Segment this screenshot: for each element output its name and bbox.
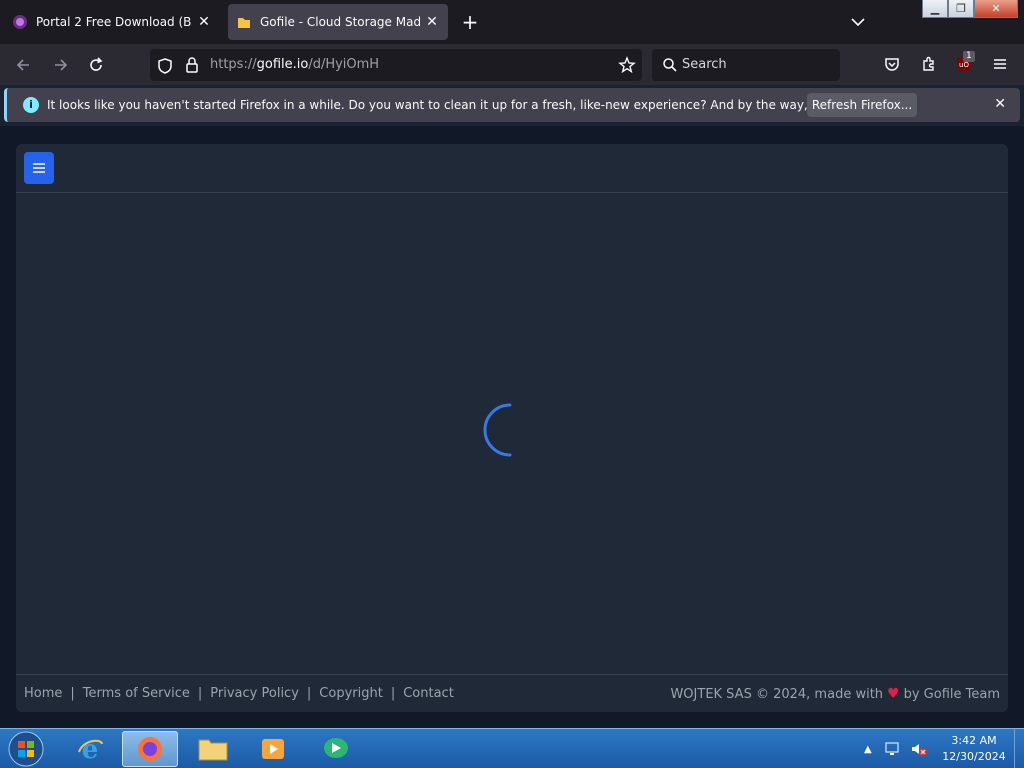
footer-link-contact[interactable]: Contact [403,686,454,701]
folder-icon [198,739,228,761]
page-content: Home | Terms of Service | Privacy Policy… [0,126,1024,728]
taskbar-firefox[interactable] [122,731,178,767]
show-hidden-icons-icon[interactable]: ▲ [864,744,872,755]
taskbar-clock[interactable]: 3:42 AM 12/30/2024 [938,733,1010,765]
search-icon [663,58,677,72]
footer-link-home[interactable]: Home [24,686,62,701]
pocket-icon [885,58,899,71]
extensions-button[interactable] [918,53,940,75]
footer-separator: | [306,686,312,701]
search-bar[interactable]: Search [652,49,840,81]
footer-link-terms[interactable]: Terms of Service [83,686,190,701]
pocket-button[interactable] [881,53,903,75]
loading-spinner-icon [483,403,512,457]
url-scheme: https:// [210,57,257,72]
taskbar-internet-explorer[interactable]: e [62,731,118,767]
reload-button[interactable] [85,54,107,76]
svg-text:e: e [82,735,99,764]
header-divider [16,192,1008,193]
forward-arrow-icon [55,59,68,71]
windows-taskbar: e ▲ 3:42 AM 12/30/2024 [0,728,1024,768]
close-window-button[interactable]: ✕ [974,0,1018,18]
new-tab-button[interactable]: + [460,12,480,32]
list-all-tabs-icon[interactable] [848,12,868,32]
close-tab-icon[interactable]: ✕ [196,14,212,30]
clock-time: 3:42 AM [951,734,997,747]
footer-team-link[interactable]: by Gofile Team [904,687,1000,702]
url-text[interactable]: https://gofile.io/d/HyiOmH [210,57,379,72]
window-controls: ▁ ❐ ✕ [922,0,1018,18]
system-tray: ▲ [864,729,928,768]
footer-link-copyright[interactable]: Copyright [319,686,383,701]
taskbar-file-explorer[interactable] [185,731,241,767]
close-tab-icon[interactable]: ✕ [424,14,440,30]
tracking-protection-shield-icon[interactable] [156,57,174,75]
tab-title: Portal 2 Free Download (Build 8 [36,15,192,29]
chat-app-icon [324,738,348,758]
hamburger-menu-icon [994,59,1006,69]
tab-title: Gofile - Cloud Storage Made Si [260,15,420,29]
ublock-origin-button[interactable]: uO 1 [954,51,975,74]
address-bar[interactable]: https://gofile.io/d/HyiOmH [150,49,642,81]
footer-separator: | [197,686,203,701]
minimize-button[interactable]: ▁ [922,0,948,18]
taskbar-media-player[interactable] [245,731,301,767]
ublock-count-badge: 1 [963,51,975,62]
maximize-button[interactable]: ❐ [948,0,974,18]
back-arrow-icon [16,59,29,71]
navigation-toolbar: https://gofile.io/d/HyiOmH Search uO 1 [0,44,1024,85]
search-placeholder: Search [682,57,727,72]
main-panel: Home | Terms of Service | Privacy Policy… [16,144,1008,712]
info-icon: i [23,97,39,113]
media-player-icon [262,739,284,759]
close-notification-icon[interactable]: ✕ [994,96,1006,112]
reload-icon [90,57,103,71]
footer-separator: | [70,686,75,701]
tab-portal-2[interactable]: Portal 2 Free Download (Build 8 ✕ [4,4,220,40]
footer-link-privacy[interactable]: Privacy Policy [210,686,299,701]
refresh-firefox-button[interactable]: Refresh Firefox... [807,93,917,117]
taskbar-app[interactable] [308,731,364,767]
lock-icon[interactable] [184,56,200,74]
footer-divider [16,674,1008,675]
forward-button[interactable] [50,54,72,76]
puzzle-icon [923,56,934,71]
footer-links: Home | Terms of Service | Privacy Policy… [24,686,454,701]
url-path: /d/HyiOmH [308,57,380,72]
refresh-firefox-notification: i It looks like you haven't started Fire… [4,88,1020,122]
app-menu-button[interactable] [989,53,1011,75]
firefox-icon [138,737,162,761]
internet-explorer-icon: e [78,735,103,764]
tab-strip: Portal 2 Free Download (Build 8 ✕ Gofile… [0,0,1024,44]
footer-separator: | [390,686,396,701]
heart-icon: ♥ [887,686,900,702]
sidebar-menu-button[interactable] [24,152,54,184]
volume-muted-icon[interactable] [910,741,928,757]
windows-start-icon[interactable] [6,730,46,768]
svg-text:uO: uO [959,61,969,69]
tab-gofile[interactable]: Gofile - Cloud Storage Made Si ✕ [228,4,448,40]
notification-message: It looks like you haven't started Firefo… [47,98,903,112]
bookmark-star-icon[interactable] [618,56,636,74]
back-button[interactable] [12,54,34,76]
gofile-icon [238,18,250,28]
show-desktop-button[interactable] [1014,729,1024,768]
network-icon[interactable] [884,741,902,757]
footer-copyright-text: WOJTEK SAS © 2024, made with [670,686,884,702]
footer-copyright: WOJTEK SAS © 2024, made with ♥ by Gofile… [670,686,1000,702]
hamburger-menu-icon [33,163,45,173]
portal-icon [13,15,27,29]
url-host: gofile.io [256,57,309,72]
clock-date: 12/30/2024 [942,750,1006,763]
